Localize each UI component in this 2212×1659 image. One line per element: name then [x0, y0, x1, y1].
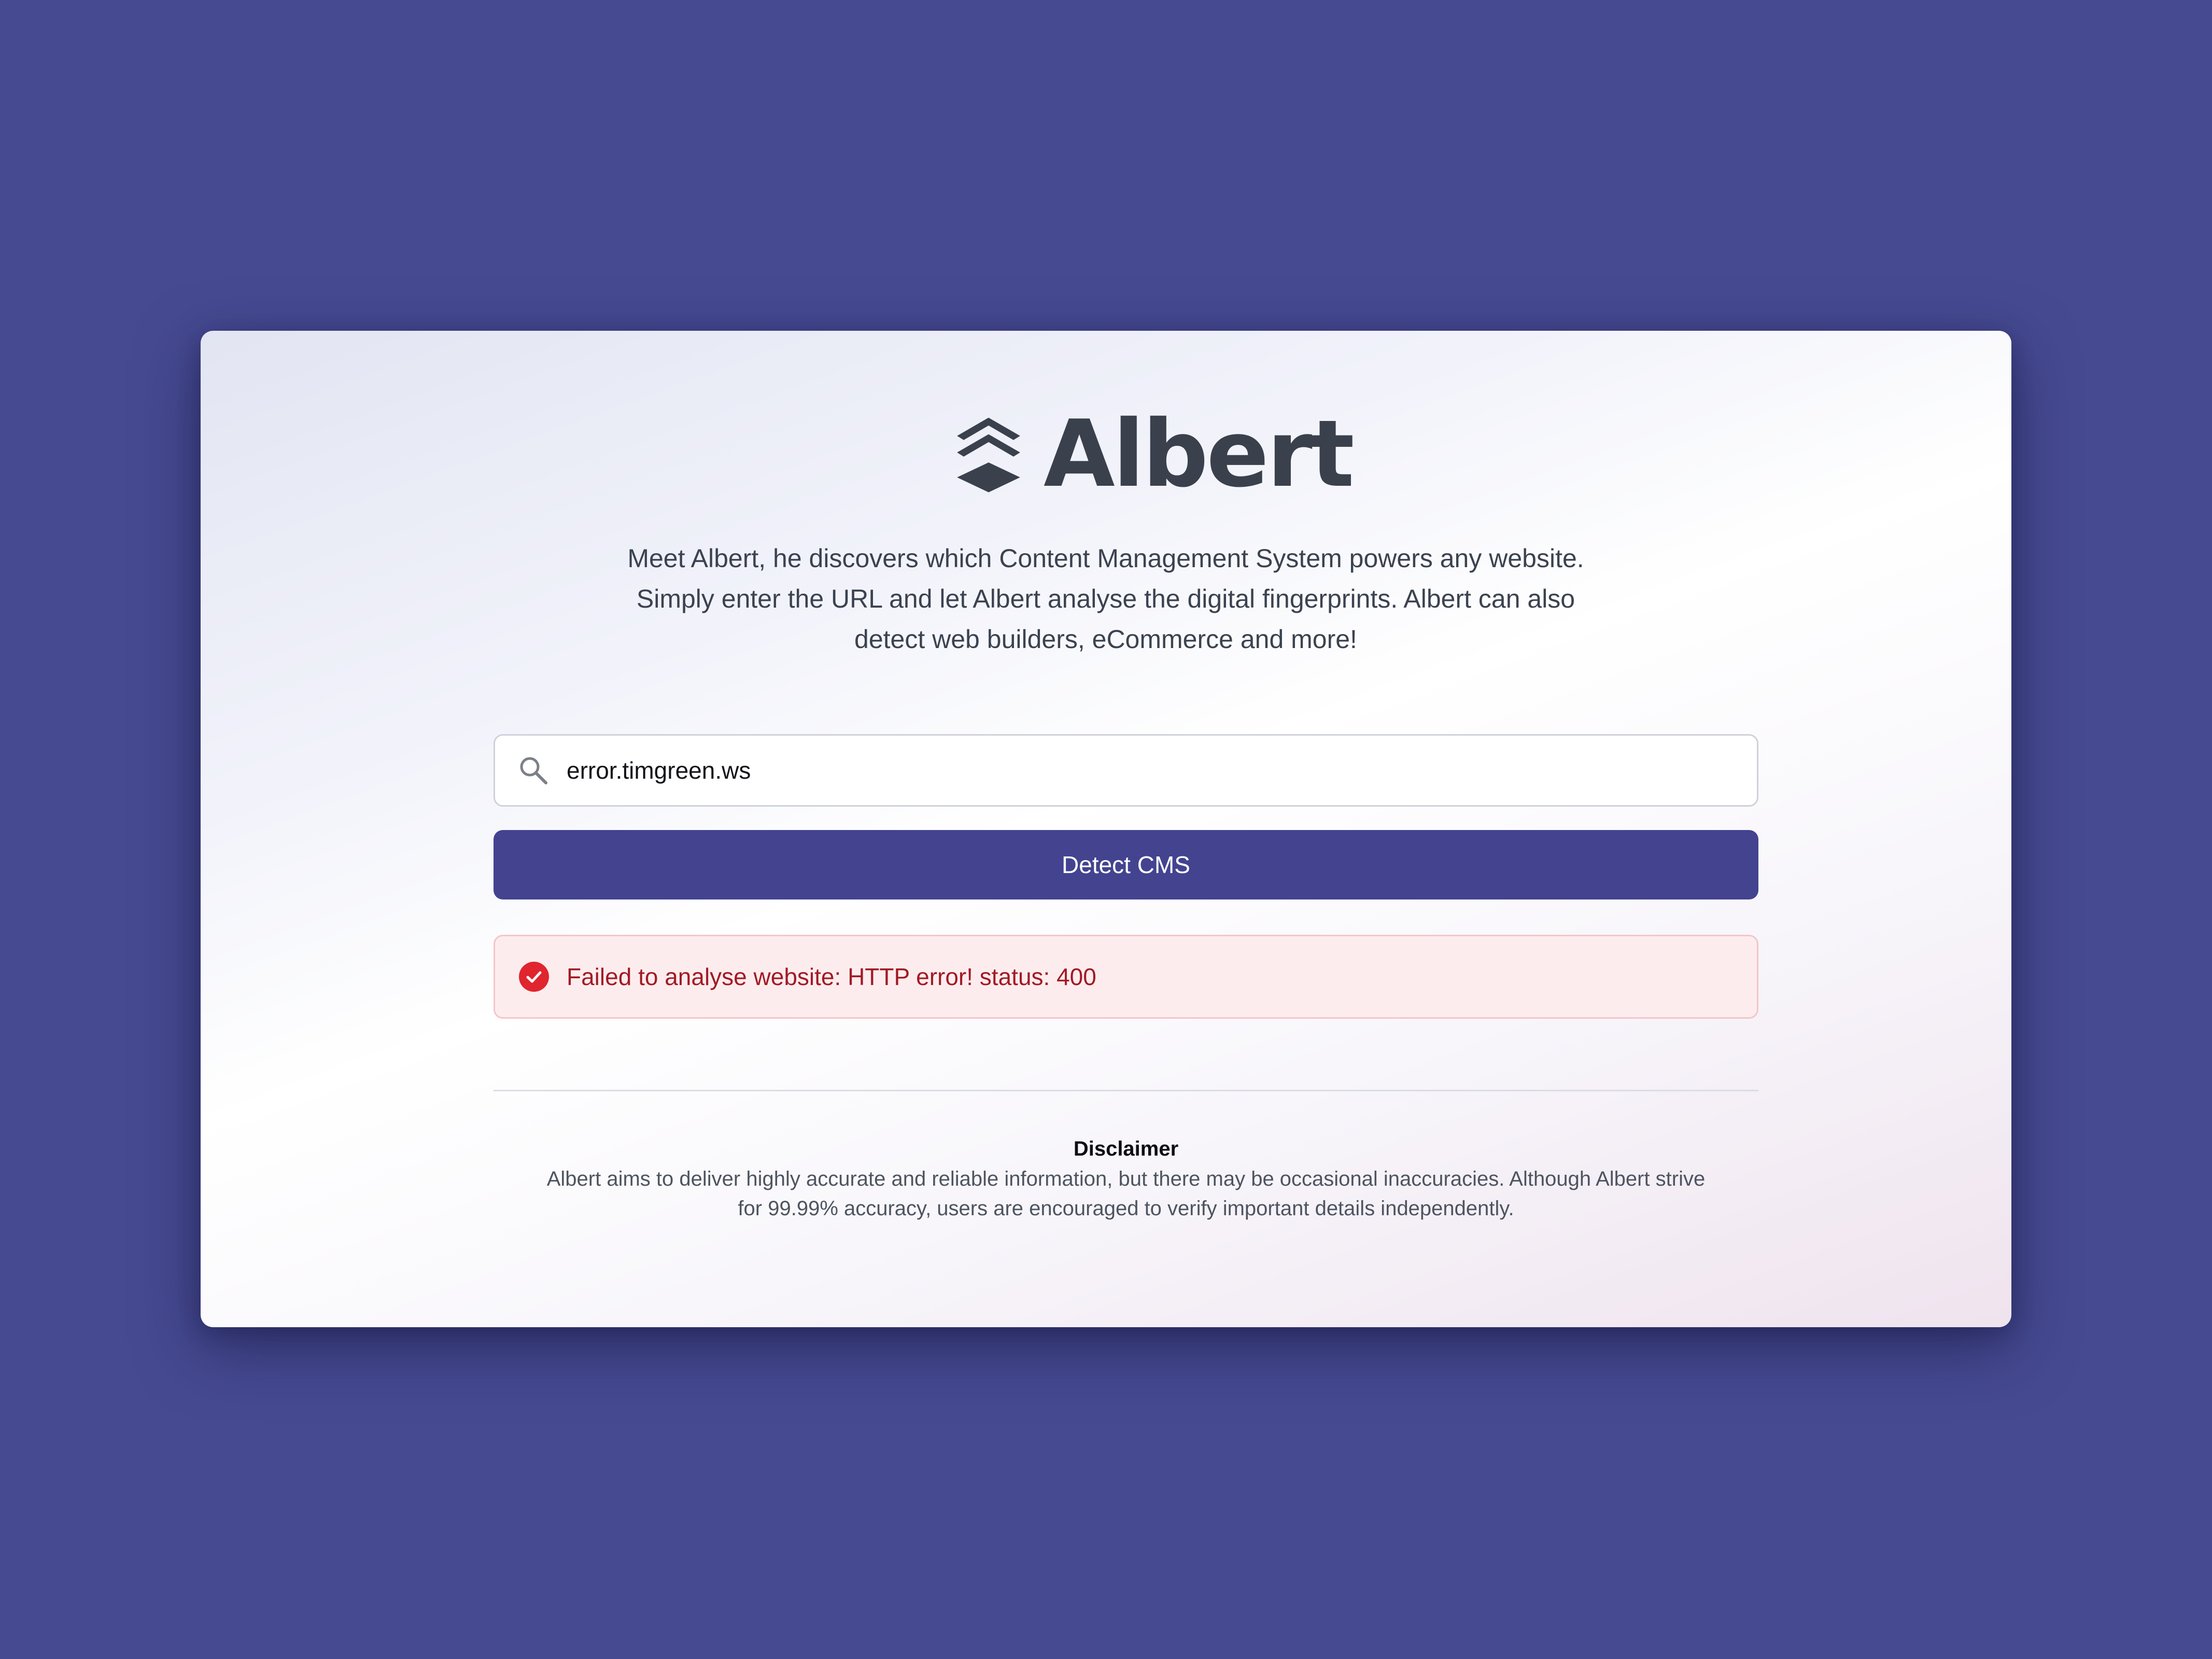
albert-logo: Albert [947, 400, 1355, 508]
detect-cms-button[interactable]: Detect CMS [494, 830, 1758, 899]
disclaimer-line: for 99.99% accuracy, users are encourage… [738, 1197, 1514, 1220]
intro-line: detect web builders, eCommerce and more! [854, 625, 1357, 654]
intro-line: Meet Albert, he discovers which Content … [627, 544, 1584, 573]
main-card: Albert Meet Albert, he discovers which C… [201, 331, 2011, 1327]
intro-line: Simply enter the URL and let Albert anal… [636, 584, 1575, 613]
search-icon [520, 757, 547, 784]
stacked-chevron-icon [957, 417, 1020, 493]
url-input[interactable] [567, 756, 1707, 784]
disclaimer-title: Disclaimer [1073, 1137, 1179, 1160]
check-circle-icon [519, 962, 549, 992]
url-search-box[interactable] [494, 734, 1758, 807]
disclaimer-line: Albert aims to deliver highly accurate a… [546, 1168, 1706, 1190]
error-alert: Failed to analyse website: HTTP error! s… [494, 935, 1758, 1019]
disclaimer-text: Albert aims to deliver highly accurate a… [512, 1164, 1740, 1224]
intro-text: Meet Albert, he discovers which Content … [587, 538, 1624, 659]
brand-name: Albert [1044, 400, 1355, 508]
error-message: Failed to analyse website: HTTP error! s… [567, 963, 1096, 990]
divider [494, 1090, 1758, 1091]
